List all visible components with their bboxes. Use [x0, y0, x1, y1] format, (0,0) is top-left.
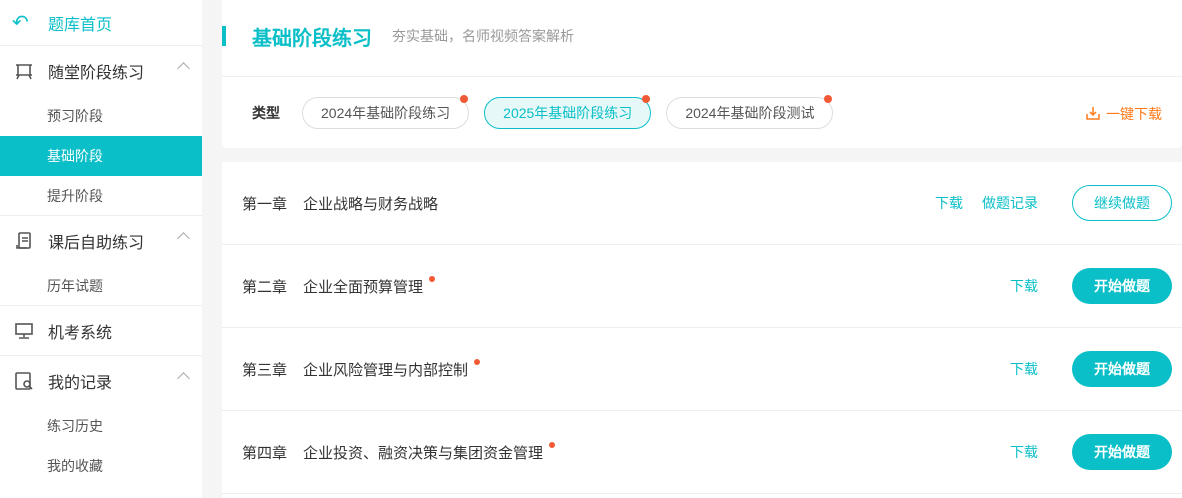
divider — [222, 76, 1182, 77]
back-arrow-icon: ↶ — [12, 12, 29, 34]
record-search-icon — [12, 371, 36, 391]
sidebar: ↶ 题库首页 随堂阶段练习 预习阶段 基础阶段 提升阶段 课后自助练习 历年试题 … — [0, 0, 202, 498]
download-link[interactable]: 下载 — [1010, 359, 1038, 379]
record-link[interactable]: 做题记录 — [982, 193, 1038, 213]
download-link[interactable]: 下载 — [1010, 276, 1038, 296]
chevron-up-icon[interactable] — [177, 62, 190, 75]
chevron-up-icon[interactable] — [177, 232, 190, 245]
sidebar-group-self-practice[interactable]: 课后自助练习 — [0, 216, 202, 266]
chapter-row: 第三章 企业风险管理与内部控制 下载 开始做题 — [222, 328, 1182, 411]
title-accent-bar — [222, 26, 226, 46]
page-title: 基础阶段练习 — [252, 27, 372, 50]
sidebar-item-preview[interactable]: 预习阶段 — [0, 96, 202, 136]
sidebar-group-records[interactable]: 我的记录 — [0, 356, 202, 406]
sidebar-item-advanced[interactable]: 提升阶段 — [0, 176, 202, 216]
new-dot — [642, 95, 651, 103]
chapter-row: 第二章 企业全面预算管理 下载 开始做题 — [222, 245, 1182, 328]
type-chip[interactable]: 2024年基础阶段练习 — [302, 95, 470, 129]
start-button[interactable]: 开始做题 — [1072, 351, 1172, 387]
sidebar-group-exam-system[interactable]: 机考系统 — [0, 306, 202, 356]
download-link[interactable]: 下载 — [1010, 442, 1038, 462]
scroll-icon — [12, 231, 36, 251]
start-button[interactable]: 开始做题 — [1072, 268, 1172, 304]
download-all-button[interactable]: 一键下载 — [1086, 104, 1162, 124]
download-link[interactable]: 下载 — [935, 193, 963, 213]
new-dot — [824, 95, 833, 103]
type-filter: 类型 2024年基础阶段练习 2025年基础阶段练习 2024年基础阶段测试 — [252, 95, 848, 129]
type-label: 类型 — [252, 105, 280, 121]
sidebar-item-past-exams[interactable]: 历年试题 — [0, 266, 202, 306]
new-dot — [460, 95, 469, 103]
download-icon — [1086, 106, 1100, 123]
new-dot — [429, 275, 436, 282]
type-chip[interactable]: 2024年基础阶段测试 — [666, 95, 834, 129]
start-button[interactable]: 开始做题 — [1072, 434, 1172, 470]
monitor-icon — [12, 322, 36, 340]
page-subtitle: 夯实基础，名师视频答案解析 — [392, 28, 574, 44]
sidebar-group-class-practice[interactable]: 随堂阶段练习 — [0, 46, 202, 96]
sidebar-item-favorites[interactable]: 我的收藏 — [0, 446, 202, 486]
sidebar-home[interactable]: ↶ 题库首页 — [0, 0, 202, 46]
type-chip-selected[interactable]: 2025年基础阶段练习 — [484, 95, 652, 129]
chapter-list: 第一章 企业战略与财务战略 下载 做题记录 继续做题 第二章 企业全面预算管理 下载 开始… — [222, 162, 1182, 498]
new-dot — [549, 441, 556, 448]
chapter-row: 第四章 企业投资、融资决策与集团资金管理 下载 开始做题 — [222, 411, 1182, 494]
chapter-row: 第一章 企业战略与财务战略 下载 做题记录 继续做题 — [222, 162, 1182, 245]
easel-icon — [12, 62, 36, 80]
continue-button[interactable]: 继续做题 — [1072, 185, 1172, 221]
sidebar-item-basic[interactable]: 基础阶段 — [0, 136, 202, 176]
chevron-up-icon[interactable] — [177, 372, 190, 385]
sidebar-item-history[interactable]: 练习历史 — [0, 406, 202, 446]
header-card: 基础阶段练习 夯实基础，名师视频答案解析 类型 2024年基础阶段练习 2025年… — [222, 0, 1182, 148]
new-dot — [474, 358, 481, 365]
